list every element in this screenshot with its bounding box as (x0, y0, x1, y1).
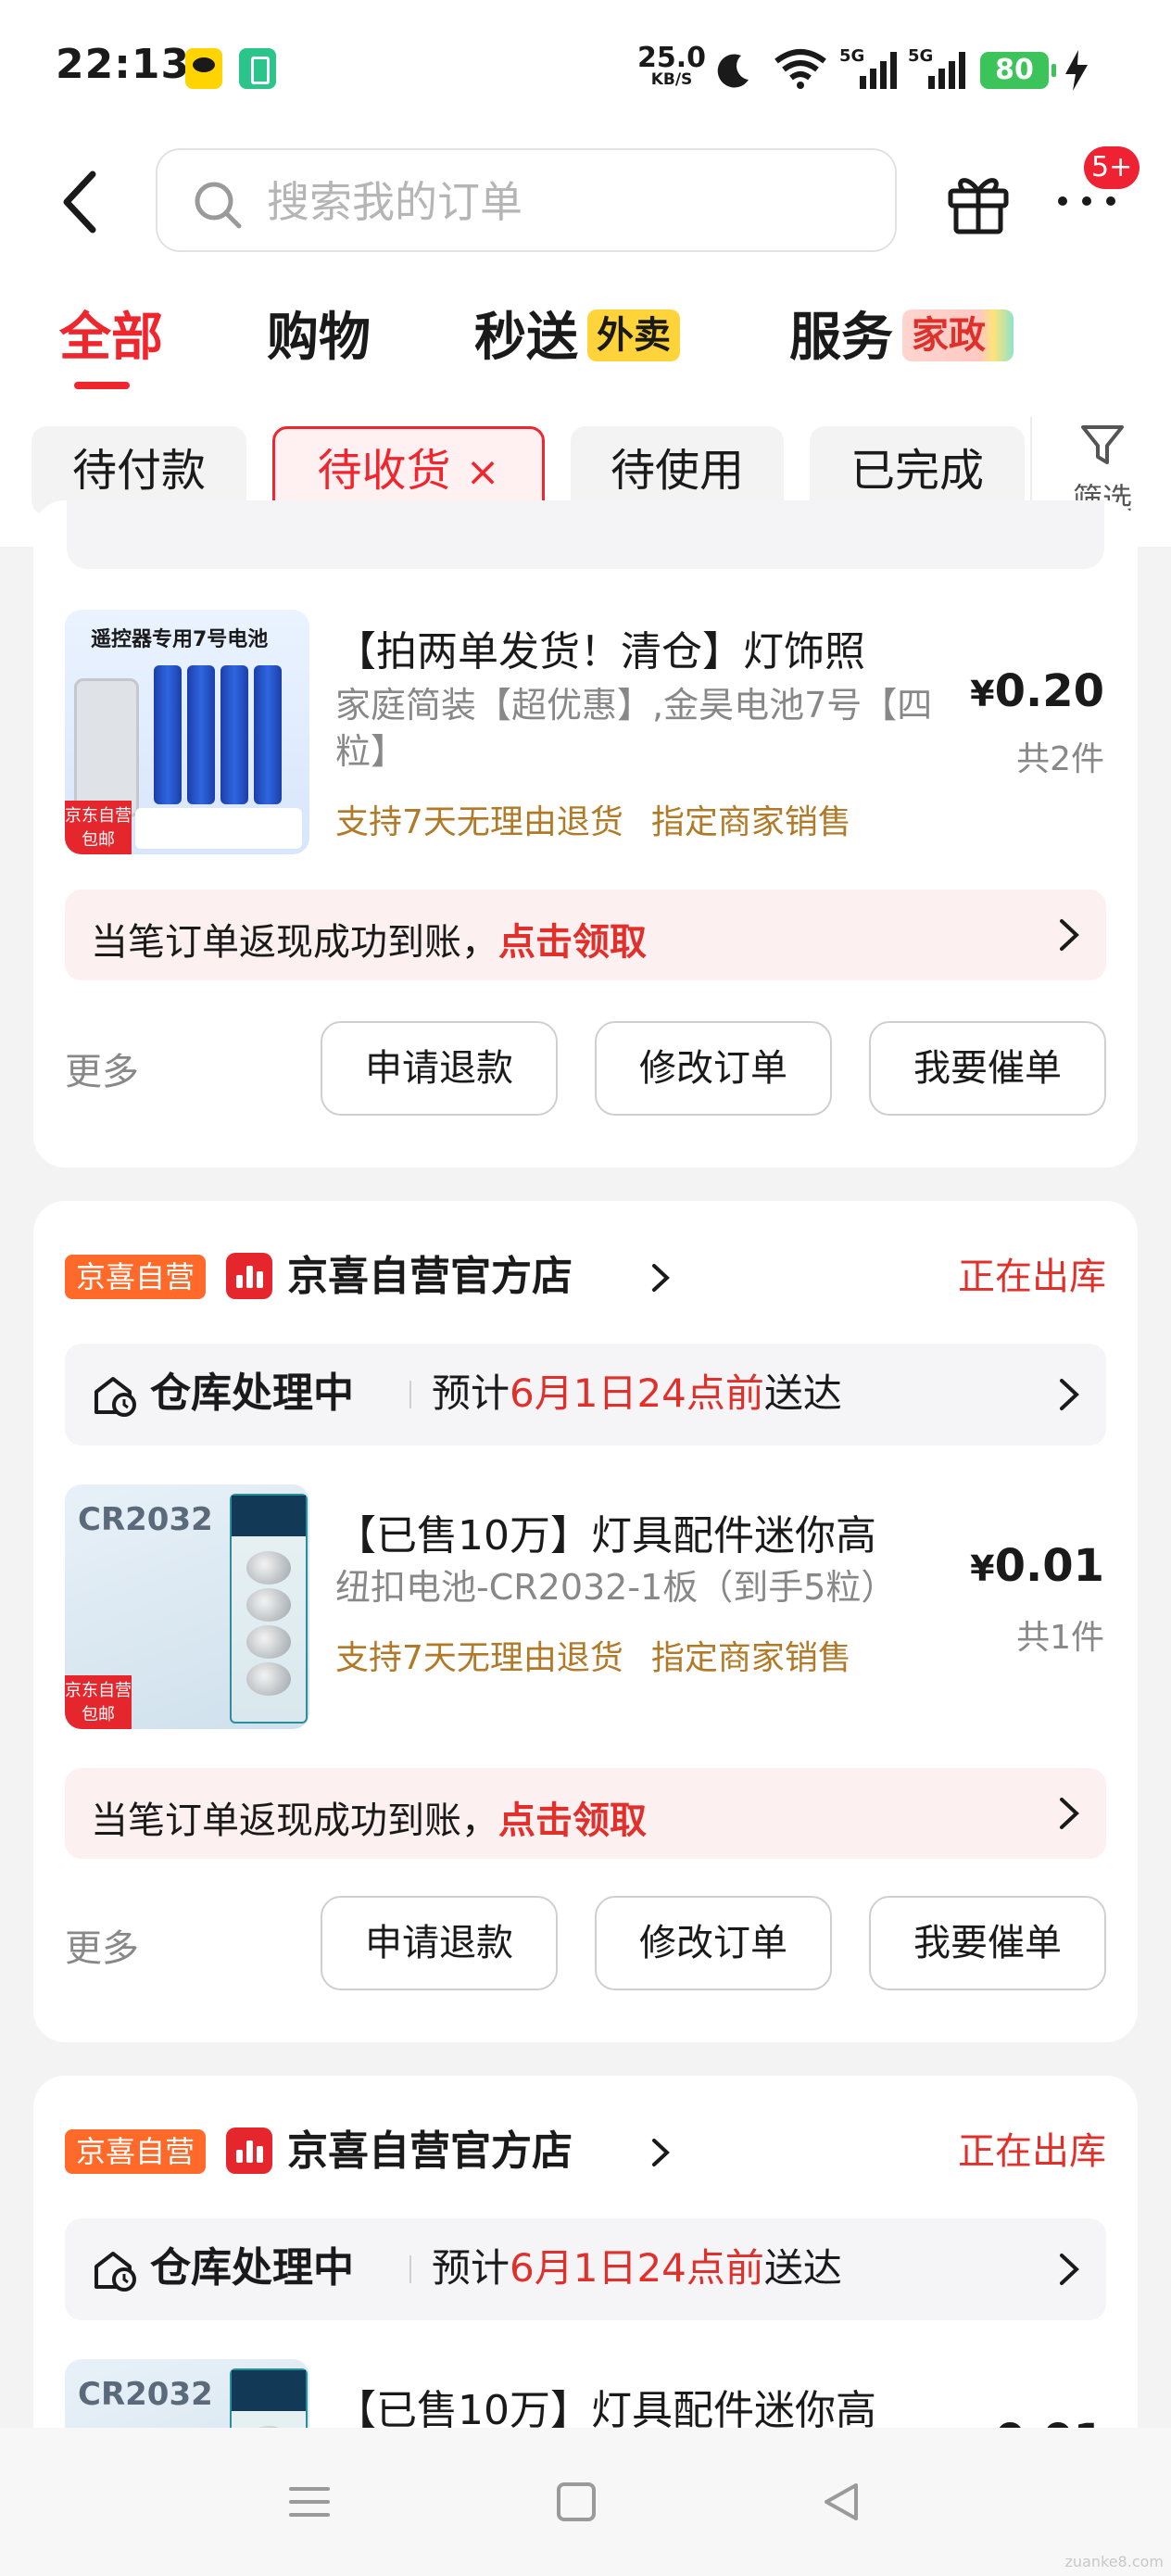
store-name[interactable]: 京喜自营官方店 (287, 2124, 573, 2179)
home-square-icon[interactable] (556, 2480, 597, 2524)
chevron-right-icon (652, 1264, 670, 1292)
gift-icon[interactable] (945, 163, 1012, 237)
product-image[interactable]: CR2032 京东自营包邮 (65, 1484, 309, 1729)
delivery-status-row[interactable]: 仓库处理中 预计6月1日24点前送达 (65, 1344, 1106, 1446)
order-card: 遥控器专用7号电池 京东自营包邮 【拍两单发货！清仓】灯饰照 家庭简装【超优惠】… (33, 500, 1138, 1168)
wifi-icon (774, 49, 826, 89)
modify-order-button[interactable]: 修改订单 (595, 1896, 832, 1990)
back-arrow-icon[interactable] (54, 165, 109, 239)
order-search-box[interactable] (156, 148, 897, 252)
claim-cashback-link[interactable]: 点击领取 (498, 921, 647, 964)
warehouse-status-strip (67, 500, 1104, 569)
search-icon (195, 182, 242, 229)
urge-order-button[interactable]: 我要催单 (869, 1896, 1106, 1990)
request-refund-button[interactable]: 申请退款 (321, 1021, 558, 1116)
watermark: zuanke8.com (1064, 2553, 1164, 2570)
product-subtitle: 家庭简装【超优惠】,金昊电池7号【四粒】 (335, 685, 933, 772)
tab-all[interactable]: 全部 (59, 297, 163, 380)
housekeeping-tag: 家政 (902, 309, 1014, 361)
moon-icon (717, 54, 749, 88)
chevron-right-icon (1060, 2254, 1079, 2285)
notification-app-icon (185, 48, 222, 89)
delivery-status-row[interactable]: 仓库处理中 预计6月1日24点前送达 (65, 2218, 1106, 2320)
store-header[interactable]: 京喜自营 京喜自营官方店 正在出库 (65, 2124, 1106, 2179)
tab-services[interactable]: 服务 家政 (789, 297, 1014, 380)
modify-order-button[interactable]: 修改订单 (595, 1021, 832, 1116)
store-header[interactable]: 京喜自营 京喜自营官方店 正在出库 (65, 1249, 1106, 1305)
takeout-tag: 外卖 (587, 309, 680, 361)
top-header: 22:13 25.0 KB/S 5G 5G 80 5+ 全部 购物 秒送外卖 服… (0, 0, 1171, 547)
active-tab-indicator (74, 382, 130, 389)
service-tags: 支持7天无理由退货 指定商家销售 (335, 803, 851, 841)
chevron-right-icon (1060, 1379, 1079, 1410)
signal-5g-icon: 5G (908, 46, 965, 89)
claim-cashback-link[interactable]: 点击领取 (498, 1799, 647, 1842)
notification-badge: 5+ (1084, 146, 1140, 189)
warehouse-status: 仓库处理中 (150, 2244, 354, 2292)
self-operated-tag: 京东自营包邮 (65, 801, 132, 854)
service-tags: 支持7天无理由退货 指定商家销售 (335, 1639, 851, 1677)
self-operated-badge: 京喜自营 (65, 1255, 207, 1299)
self-operated-badge: 京喜自营 (65, 2129, 207, 2174)
more-options-button[interactable] (1056, 183, 1121, 221)
order-card: 京喜自营 京喜自营官方店 正在出库 仓库处理中 预计6月1日24点前送达 CR2… (33, 1201, 1138, 2042)
charging-icon (1065, 50, 1088, 91)
warehouse-clock-icon (94, 2252, 136, 2292)
product-subtitle: 纽扣电池-CR2032-1板（到手5粒） (335, 1567, 897, 1608)
cashback-banner[interactable]: 当笔订单返现成功到账，点击领取 (65, 890, 1106, 980)
delivery-eta: 预计6月1日24点前送达 (432, 1370, 842, 1416)
clear-filter-icon[interactable]: × (466, 448, 500, 496)
more-actions-link[interactable]: 更多 (65, 1918, 139, 1972)
tab-instant-delivery[interactable]: 秒送 外卖 (474, 297, 680, 380)
store-logo-icon (226, 2128, 272, 2174)
search-input[interactable] (267, 174, 860, 230)
product-title[interactable]: 【已售10万】灯具配件迷你高 (335, 1510, 947, 1562)
product-price: ¥0.01 (970, 1540, 1104, 1592)
signal-5g-icon: 5G (839, 46, 897, 89)
tab-shopping[interactable]: 购物 (267, 297, 371, 380)
system-navigation-bar: zuanke8.com (0, 2428, 1171, 2576)
chevron-right-icon (1060, 919, 1079, 951)
status-bar: 22:13 25.0 KB/S 5G 5G 80 (0, 0, 1171, 139)
store-logo-icon (226, 1253, 272, 1299)
battery-indicator: 80 (980, 52, 1056, 89)
urge-order-button[interactable]: 我要催单 (869, 1021, 1106, 1116)
store-name[interactable]: 京喜自营官方店 (287, 1249, 573, 1305)
filter-funnel-icon (1081, 425, 1124, 464)
svg-text:5G: 5G (908, 46, 933, 66)
product-quantity: 共2件 (1016, 740, 1104, 778)
menu-icon[interactable] (287, 2480, 332, 2524)
more-actions-link[interactable]: 更多 (65, 1042, 139, 1095)
order-status: 正在出库 (958, 2130, 1106, 2173)
status-time: 22:13 (56, 41, 191, 88)
order-type-tabs: 全部 购物 秒送 外卖 服务 家政 (0, 297, 1171, 389)
request-refund-button[interactable]: 申请退款 (321, 1896, 558, 1990)
warehouse-status: 仓库处理中 (150, 1370, 354, 1417)
battery-app-icon (239, 48, 276, 89)
warehouse-clock-icon (94, 1377, 136, 1417)
order-status: 正在出库 (958, 1256, 1106, 1298)
svg-text:5G: 5G (839, 46, 864, 66)
cashback-banner[interactable]: 当笔订单返现成功到账，点击领取 (65, 1768, 1106, 1859)
network-speed: 25.0 KB/S (637, 42, 707, 89)
product-image[interactable]: 遥控器专用7号电池 京东自营包邮 (65, 610, 309, 854)
chevron-right-icon (652, 2139, 670, 2166)
delivery-eta: 预计6月1日24点前送达 (432, 2245, 842, 2291)
chevron-right-icon (1060, 1798, 1079, 1829)
back-triangle-icon[interactable] (819, 2480, 863, 2524)
self-operated-tag: 京东自营包邮 (65, 1675, 132, 1729)
product-price: ¥0.20 (970, 665, 1104, 717)
product-title[interactable]: 【拍两单发货！清仓】灯饰照 (335, 626, 947, 678)
product-quantity: 共1件 (1016, 1619, 1104, 1657)
